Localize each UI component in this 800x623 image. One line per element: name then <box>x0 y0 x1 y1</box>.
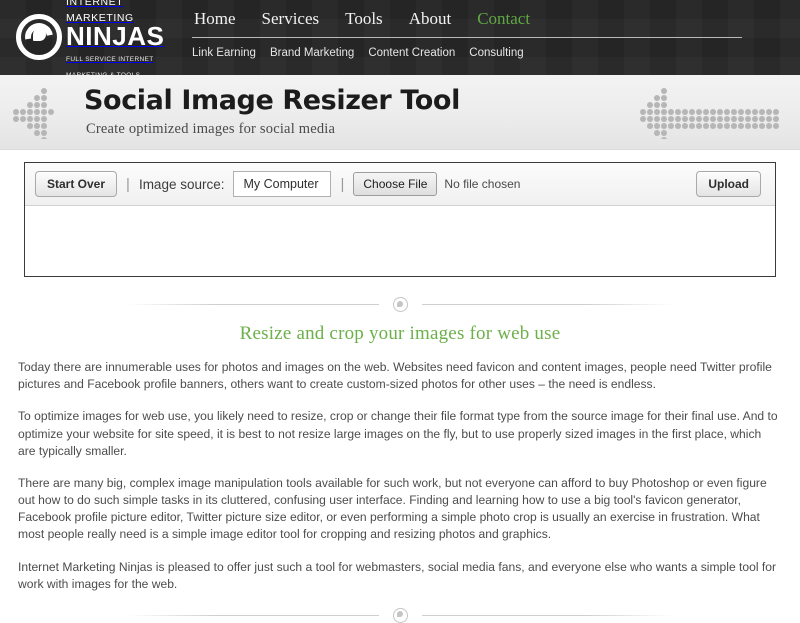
file-input-group: Choose File No file chosen <box>353 172 687 196</box>
upload-button[interactable]: Upload <box>696 171 761 197</box>
dot-arrow-right-icon <box>13 88 54 139</box>
page-banner: Social Image Resizer Tool Create optimiz… <box>0 75 800 150</box>
nav-divider-rule <box>192 37 742 38</box>
section-divider-top <box>120 297 680 312</box>
image-source-select[interactable]: My Computer <box>233 171 332 197</box>
page-title: Social Image Resizer Tool <box>84 85 460 116</box>
nav-item-services[interactable]: Services <box>260 9 322 28</box>
primary-navigation: Home Services Tools About Contact <box>192 9 790 28</box>
toolbar-separator-1: | <box>126 175 130 193</box>
site-header: INTERNET MARKETING NINJAS FULL SERVICE I… <box>0 0 800 75</box>
subnav-item-link-earning[interactable]: Link Earning <box>192 47 256 60</box>
image-drop-area[interactable] <box>25 206 775 276</box>
nav-item-contact[interactable]: Contact <box>475 9 532 28</box>
nav-item-about[interactable]: About <box>407 9 454 28</box>
nav-item-tools[interactable]: Tools <box>343 9 385 28</box>
site-logo[interactable]: INTERNET MARKETING NINJAS FULL SERVICE I… <box>16 0 184 75</box>
dot-arrow-left-icon <box>640 88 779 139</box>
image-tool-panel: Start Over | Image source: My Computer |… <box>24 162 776 277</box>
ninja-swirl-icon <box>392 607 408 623</box>
toolbar-separator-2: | <box>340 175 345 193</box>
choose-file-button[interactable]: Choose File <box>353 172 438 196</box>
ninja-swirl-icon <box>392 297 408 312</box>
paragraph-3: There are many big, complex image manipu… <box>18 475 767 542</box>
paragraph-1: Today there are innumerable uses for pho… <box>18 360 772 392</box>
logo-tagline: FULL SERVICE INTERNET MARKETING & TOOLS <box>66 56 154 75</box>
ninja-swirl-icon <box>16 14 62 60</box>
paragraph-2: To optimize images for web use, you like… <box>18 409 778 458</box>
start-over-button[interactable]: Start Over <box>35 171 118 197</box>
divider-line-right <box>421 304 674 305</box>
image-source-label: Image source: <box>138 176 225 192</box>
paragraph-4: Internet Marketing Ninjas is pleased to … <box>18 559 777 591</box>
divider-line-left <box>126 614 379 616</box>
divider-line-right <box>421 614 674 616</box>
secondary-navigation: Link Earning Brand Marketing Content Cre… <box>192 47 524 60</box>
section-heading: Resize and crop your images for web use <box>239 323 561 344</box>
section-divider-bottom <box>120 607 680 623</box>
subnav-item-brand-marketing[interactable]: Brand Marketing <box>270 47 354 60</box>
article-body: Today there are innumerable uses for pho… <box>18 345 782 593</box>
logo-line-ninjas: NINJAS <box>66 21 165 51</box>
subnav-item-content-creation[interactable]: Content Creation <box>368 47 455 60</box>
page-subtitle: Create optimized images for social media <box>86 120 336 137</box>
subnav-item-consulting[interactable]: Consulting <box>469 47 523 60</box>
tool-toolbar: Start Over | Image source: My Computer |… <box>25 163 775 206</box>
file-status-text: No file chosen <box>444 177 521 191</box>
divider-line-left <box>126 304 379 305</box>
nav-item-home[interactable]: Home <box>192 9 238 28</box>
